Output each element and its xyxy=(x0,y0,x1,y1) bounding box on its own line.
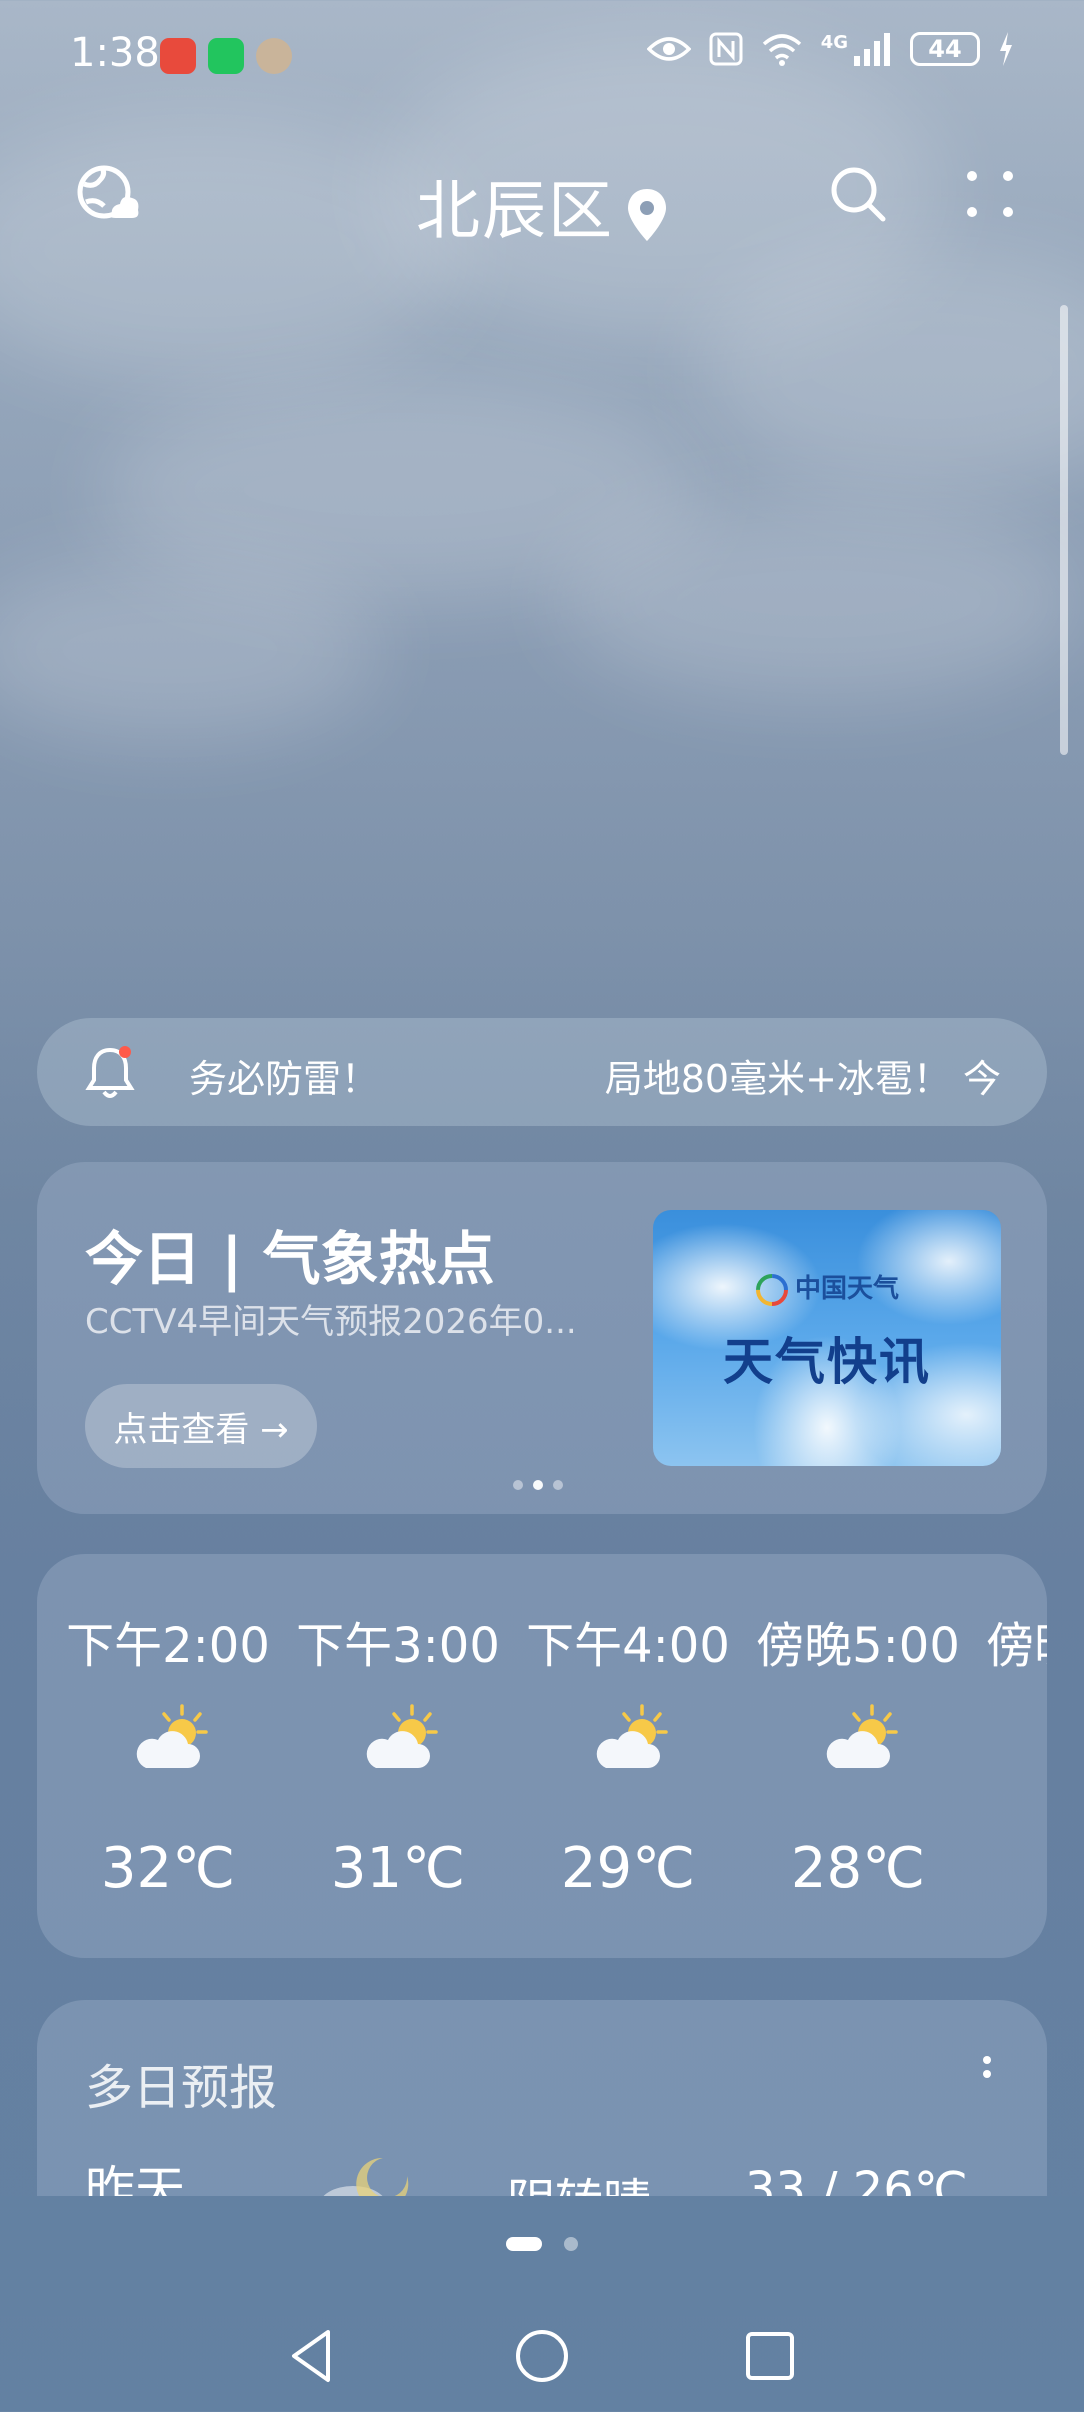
bottom-fade xyxy=(0,2196,1084,2316)
weather-hot-topic-card[interactable]: 今日 | 气象热点 CCTV4早间天气预报2026年0... 点击查看 → 中国… xyxy=(37,1162,1047,1514)
eye-icon xyxy=(646,37,691,61)
hour-time: 下午2:00 xyxy=(66,1618,270,1674)
hour-temperature: 28℃ xyxy=(790,1836,926,1901)
wechat-icon xyxy=(208,38,244,74)
battery-icon: 44 xyxy=(910,32,980,66)
avatar-notification-icon xyxy=(256,38,292,74)
hourly-item: 傍晚6:00 2 xyxy=(973,1554,1047,1958)
search-icon[interactable] xyxy=(828,164,888,224)
page-dot xyxy=(564,2237,578,2251)
hourly-item: 下午4:00 29℃ xyxy=(513,1554,743,1958)
app-header: 北辰区 xyxy=(0,150,1084,250)
wifi-icon xyxy=(762,34,801,66)
hourly-forecast-card[interactable]: 下午2:00 32℃ 下午3:00 31℃ 下午4:00 29℃ 傍晚5:00 … xyxy=(37,1554,1047,1958)
hot-topic-subtitle: CCTV4早间天气预报2026年0... xyxy=(85,1302,577,1342)
china-weather-brand: 中国天气 xyxy=(653,1268,1001,1307)
weather-news-title: 天气快讯 xyxy=(723,1333,931,1391)
location-pin-icon xyxy=(628,189,666,242)
status-time: 1:38 xyxy=(70,30,160,76)
alert-text-end: 局地80毫米+冰雹！ 今 xyxy=(604,1057,1001,1101)
hourly-item: 傍晚5:00 28℃ xyxy=(743,1554,973,1958)
view-details-button[interactable]: 点击查看 → xyxy=(85,1384,317,1468)
hour-time: 傍晚6:00 xyxy=(986,1618,1047,1674)
hour-temperature: 29℃ xyxy=(560,1836,696,1901)
more-options-icon[interactable] xyxy=(960,164,1020,224)
china-weather-logo-icon xyxy=(755,1273,788,1306)
hourly-item: 下午2:00 32℃ xyxy=(53,1554,283,1958)
partly-cloudy-sun-icon xyxy=(595,1704,668,1770)
multi-day-title: 多日预报 xyxy=(85,2060,278,2116)
carousel-dot-active xyxy=(533,1480,543,1490)
more-vertical-icon[interactable] xyxy=(967,2044,1007,2104)
alert-text-start: 务必防雷！ xyxy=(189,1057,380,1101)
hourly-item: 下午3:00 31℃ xyxy=(283,1554,513,1958)
partly-cloudy-sun-icon xyxy=(135,1704,208,1770)
hour-time: 下午4:00 xyxy=(526,1618,730,1674)
back-icon[interactable] xyxy=(280,2324,344,2388)
city-name: 北辰区 xyxy=(416,175,614,249)
scrollbar[interactable] xyxy=(1060,305,1068,755)
bell-alert-icon xyxy=(85,1046,135,1098)
hour-temperature: 32℃ xyxy=(100,1836,236,1901)
nfc-icon xyxy=(709,32,743,66)
carousel-dot xyxy=(513,1480,523,1490)
city-page-indicator xyxy=(0,2237,1084,2251)
hot-topic-title: 今日 | 气象热点 xyxy=(85,1225,495,1293)
carousel-dot xyxy=(553,1480,563,1490)
brand-label: 中国天气 xyxy=(794,1274,899,1304)
hour-temperature: 31℃ xyxy=(330,1836,466,1901)
partly-cloudy-sun-icon xyxy=(365,1704,438,1770)
page-dot-active xyxy=(506,2237,542,2251)
notification-app-icon xyxy=(160,38,196,74)
network-type-label: 4G xyxy=(820,31,848,53)
charging-icon xyxy=(1000,32,1012,66)
battery-level: 44 xyxy=(928,35,962,63)
system-navigation-bar xyxy=(0,2300,1084,2412)
hour-temperature: 2 xyxy=(973,1836,1047,1901)
weather-news-thumbnail[interactable]: 中国天气 天气快讯 xyxy=(653,1210,1001,1466)
partly-cloudy-sun-icon xyxy=(825,1704,898,1770)
home-icon[interactable] xyxy=(510,2324,574,2388)
carousel-indicator xyxy=(513,1480,563,1490)
hour-time: 下午3:00 xyxy=(296,1618,500,1674)
city-title[interactable]: 北辰区 xyxy=(0,160,1084,252)
hour-time: 傍晚5:00 xyxy=(756,1618,960,1674)
weather-alert-banner[interactable]: 务必防雷！ 局地80毫米+冰雹！ 今 xyxy=(37,1018,1047,1126)
signal-icon xyxy=(854,33,890,66)
status-bar: 1:38 4G 44 xyxy=(0,0,1084,112)
recent-apps-icon[interactable] xyxy=(738,2324,802,2388)
